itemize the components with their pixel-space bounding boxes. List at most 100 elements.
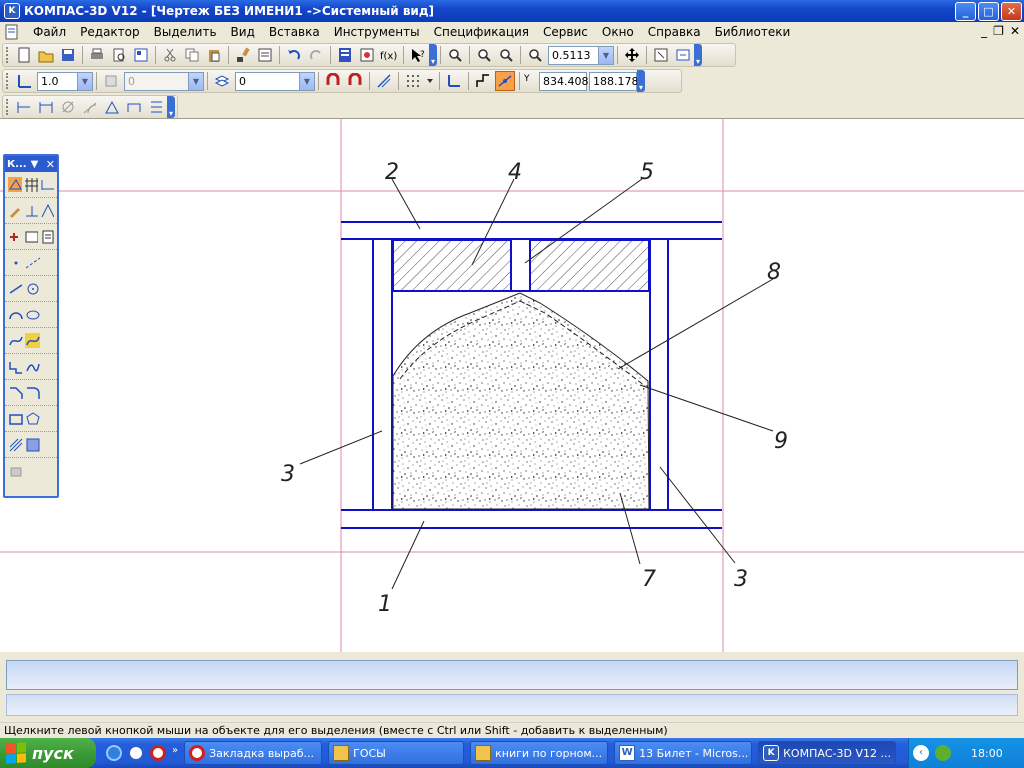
drawing-canvas[interactable]: 2 4 5 8 9 3 1 7 3 [0, 118, 1024, 653]
document-icon[interactable] [4, 24, 20, 40]
segment-icon[interactable] [8, 281, 23, 296]
dim-linear-icon[interactable] [36, 97, 56, 117]
dim-height-icon[interactable] [146, 97, 166, 117]
line-scale-combo[interactable]: 1.0 ▼ [37, 71, 93, 91]
chevron-down-icon[interactable] [425, 71, 435, 91]
toolbar-overflow-icon[interactable]: ▾ [694, 44, 702, 66]
cut-icon[interactable] [160, 45, 180, 65]
grid-hatch-icon[interactable] [24, 177, 38, 192]
chevron-down-icon[interactable]: ▼ [598, 46, 613, 64]
tree-icon[interactable] [335, 45, 355, 65]
ellipse-icon[interactable] [25, 307, 40, 322]
bezier-icon[interactable] [25, 359, 40, 374]
zoom-combo[interactable]: 0.5113 ▼ [548, 45, 614, 65]
coord-x-field[interactable]: 834.408 [539, 71, 589, 91]
toolbar-overflow-icon[interactable]: ▾ [167, 96, 175, 118]
local-cs-icon[interactable] [14, 71, 34, 91]
pan-icon[interactable] [622, 45, 642, 65]
hatch-icon[interactable] [8, 437, 23, 452]
chevron-down-icon[interactable]: ▼ [299, 72, 314, 90]
function-icon[interactable]: f(x) [379, 45, 399, 65]
desktop-icon[interactable] [128, 745, 144, 761]
kompas-app-icon[interactable]: K [4, 3, 20, 19]
style-combo[interactable]: 0 ▼ [124, 71, 204, 91]
mdi-restore-button[interactable]: ❐ [993, 24, 1004, 38]
task-button-active[interactable]: K КОМПАС-3D V12 ... [758, 741, 897, 765]
close-button[interactable]: ✕ [1001, 2, 1022, 21]
select-icon[interactable] [8, 229, 22, 244]
open-file-icon[interactable] [36, 45, 56, 65]
edit-icon[interactable] [8, 203, 22, 218]
polyline-icon[interactable] [8, 359, 23, 374]
toolbar-grip[interactable] [6, 99, 10, 115]
start-button[interactable]: пуск [0, 738, 96, 768]
collection-icon[interactable] [8, 464, 23, 479]
dimensions-icon[interactable] [40, 177, 54, 192]
snap-magnet-icon[interactable] [323, 71, 343, 91]
toolbar-overflow-icon[interactable]: ▾ [429, 44, 437, 66]
fill-icon[interactable] [25, 437, 40, 452]
toolbar-grip[interactable] [6, 73, 10, 89]
coord-system-icon[interactable] [444, 71, 464, 91]
grid-icon[interactable] [403, 71, 423, 91]
polygon-icon[interactable] [25, 411, 40, 426]
chamfer-icon[interactable] [8, 385, 23, 400]
copy-icon[interactable] [182, 45, 202, 65]
round-icon[interactable] [495, 71, 515, 91]
new-file-icon[interactable] [14, 45, 34, 65]
ie-icon[interactable] [106, 745, 122, 761]
undo-icon[interactable] [284, 45, 304, 65]
rectangle-icon[interactable] [8, 411, 23, 426]
opera-icon[interactable] [150, 745, 166, 761]
menu-editor[interactable]: Редактор [73, 25, 146, 39]
menu-file[interactable]: Файл [26, 25, 73, 39]
aux-line-icon[interactable] [25, 255, 40, 270]
special-control-bar[interactable] [6, 694, 1018, 716]
dim-arc-icon[interactable] [124, 97, 144, 117]
dim-diameter-icon[interactable] [58, 97, 78, 117]
maximize-button[interactable]: □ [978, 2, 999, 21]
arc-icon[interactable] [8, 307, 23, 322]
measure-icon[interactable] [40, 203, 54, 218]
local-snap-icon[interactable] [345, 71, 365, 91]
print-icon[interactable] [87, 45, 107, 65]
help-pointer-icon[interactable]: ? [408, 45, 428, 65]
palette-header[interactable]: К... ▼ ✕ [5, 156, 57, 172]
geometry-icon[interactable] [8, 177, 22, 192]
nurbs-icon[interactable] [25, 333, 40, 348]
refresh-icon[interactable] [651, 45, 671, 65]
antivirus-icon[interactable] [935, 745, 951, 761]
toolbar-overflow-icon[interactable]: ▾ [637, 70, 645, 92]
ortho-mode-icon[interactable] [473, 71, 493, 91]
zoom-window-icon[interactable] [445, 45, 465, 65]
coord-y-field[interactable]: 188.178 [589, 71, 639, 91]
point-icon[interactable] [8, 255, 23, 270]
mdi-minimize-button[interactable]: _ [981, 24, 987, 38]
style-icon[interactable] [101, 71, 121, 91]
properties-icon[interactable] [131, 45, 151, 65]
layer-combo[interactable]: 0 ▼ [235, 71, 315, 91]
circle-icon[interactable] [25, 281, 40, 296]
spec-icon[interactable] [24, 229, 38, 244]
menu-tools[interactable]: Инструменты [327, 25, 427, 39]
layer-icon[interactable] [212, 71, 232, 91]
chevron-down-icon[interactable]: ▼ [77, 72, 92, 90]
zoom-scale-icon[interactable] [525, 45, 545, 65]
redo-icon[interactable] [306, 45, 326, 65]
drawing-svg[interactable]: 2 4 5 8 9 3 1 7 3 [0, 119, 1024, 653]
fillet-icon[interactable] [25, 385, 40, 400]
dim-angle-icon[interactable] [102, 97, 122, 117]
zoom-in-icon[interactable] [474, 45, 494, 65]
tray-arrow-icon[interactable]: ‹ [913, 745, 929, 761]
dim-radial-icon[interactable] [80, 97, 100, 117]
report-icon[interactable] [40, 229, 54, 244]
ortho-icon[interactable] [374, 71, 394, 91]
clock[interactable]: 18:00 [971, 747, 1003, 760]
chevron-right-icon[interactable]: » [172, 745, 178, 761]
menu-select[interactable]: Выделить [147, 25, 224, 39]
format-brush-icon[interactable] [233, 45, 253, 65]
zoom-out-icon[interactable] [496, 45, 516, 65]
task-button[interactable]: W 13 Билет - Micros... [614, 741, 753, 765]
menu-insert[interactable]: Вставка [262, 25, 327, 39]
menu-help[interactable]: Справка [641, 25, 708, 39]
